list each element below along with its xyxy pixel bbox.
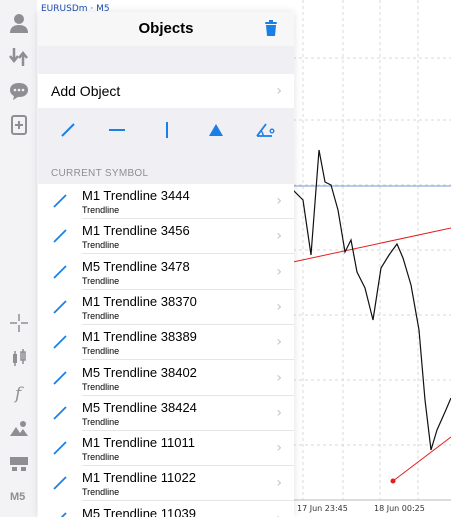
chevron-right-icon: › <box>276 193 282 209</box>
trendline-icon <box>52 370 68 391</box>
panel-header: Objects <box>38 12 294 46</box>
object-type: Trendline <box>82 346 120 357</box>
section-label: CURRENT SYMBOL <box>51 168 149 179</box>
time-axis-label: 17 Jun 23:45 <box>297 504 348 513</box>
add-object-button[interactable]: Add Object › <box>38 74 294 108</box>
object-type: Trendline <box>82 275 120 286</box>
trendline-icon <box>52 475 68 496</box>
object-name: M1 Trendline 11022 <box>82 470 196 486</box>
object-name: M5 Trendline 3478 <box>82 258 190 274</box>
trendline-icon <box>52 264 68 285</box>
chevron-right-icon: › <box>276 298 282 315</box>
object-name: M1 Trendline 3456 <box>82 223 190 239</box>
object-name: M1 Trendline 11011 <box>82 435 195 451</box>
object-type: Trendline <box>82 240 120 251</box>
chevron-right-icon: › <box>276 263 282 280</box>
trendline-tool-icon[interactable] <box>55 118 81 142</box>
object-list-item[interactable]: M5 Trendline 3478 Trendline › <box>38 254 294 290</box>
chart-area[interactable]: 17 Jun 23:45 18 Jun 00:25 <box>293 0 451 517</box>
chevron-right-icon: › <box>276 440 282 457</box>
object-type: Trendline <box>82 310 120 321</box>
object-name: M5 Trendline 11039 <box>82 505 196 517</box>
left-toolbar: f M5 <box>0 0 37 517</box>
object-name: M5 Trendline 38402 <box>82 364 197 380</box>
chevron-right-icon: › <box>276 511 282 517</box>
chart-canvas[interactable] <box>293 0 451 517</box>
object-list-item[interactable]: M1 Trendline 3456 Trendline › <box>38 219 294 255</box>
account-icon[interactable] <box>6 10 32 36</box>
object-type: Trendline <box>82 452 120 463</box>
price-line <box>293 149 451 451</box>
trendline-icon <box>52 511 68 517</box>
trendline-anchor-point <box>390 478 396 484</box>
chevron-right-icon: › <box>276 228 282 245</box>
chevron-right-icon: › <box>276 404 282 421</box>
object-list-item[interactable]: M5 Trendline 38402 Trendline › <box>38 360 294 396</box>
object-list-item[interactable]: M5 Trendline 11039Trendline› <box>38 501 294 517</box>
object-type: Trendline <box>82 205 120 215</box>
horizontal-line-tool-icon[interactable] <box>104 118 130 142</box>
chevron-right-icon: › <box>276 475 282 492</box>
indicators-icon[interactable]: f <box>6 380 32 406</box>
object-name: M5 Trendline 38424 <box>82 399 197 415</box>
object-list-item[interactable]: M5 Trendline 38424 Trendline › <box>38 395 294 431</box>
panel-title: Objects <box>138 20 194 37</box>
chevron-right-icon: › <box>276 369 282 386</box>
svg-text:f: f <box>13 384 24 404</box>
object-type: Trendline <box>82 381 120 392</box>
chat-icon[interactable] <box>6 78 32 104</box>
chart-type-icon[interactable] <box>6 345 32 371</box>
trade-icon[interactable] <box>6 44 32 70</box>
trendline-icon <box>52 440 68 461</box>
add-object-label: Add Object <box>51 83 121 99</box>
object-type: Trendline <box>82 487 120 498</box>
trendline-icon <box>52 405 68 426</box>
crosshair-icon[interactable] <box>6 310 32 336</box>
trendline-icon <box>52 334 68 355</box>
drawing-tools-row <box>38 108 294 152</box>
trendline-upper <box>293 227 451 263</box>
object-name: M1 Trendline 3444 <box>82 188 190 203</box>
chart-grid <box>293 0 451 500</box>
object-list-item[interactable]: M1 Trendline 3444 Trendline › <box>38 184 294 219</box>
object-list-item[interactable]: M1 Trendline 38370 Trendline › <box>38 289 294 325</box>
timeframe-button[interactable]: M5 <box>10 491 25 503</box>
chevron-right-icon: › <box>276 334 282 351</box>
object-list-item[interactable]: M1 Trendline 38389 Trendline › <box>38 325 294 361</box>
templates-icon[interactable] <box>6 450 32 476</box>
new-order-icon[interactable] <box>6 112 32 138</box>
objects-icon[interactable] <box>6 416 32 442</box>
object-name: M1 Trendline 38370 <box>82 293 197 309</box>
trash-icon[interactable] <box>262 19 280 42</box>
triangle-tool-icon[interactable] <box>203 118 229 142</box>
angle-tool-icon[interactable] <box>252 118 278 142</box>
chevron-right-icon: › <box>276 83 282 99</box>
trendline-lower <box>392 436 451 482</box>
time-axis-label: 18 Jun 00:25 <box>374 504 425 513</box>
trendline-icon <box>52 193 68 214</box>
trendline-icon <box>52 228 68 249</box>
trendline-icon <box>52 299 68 320</box>
object-list-item[interactable]: M1 Trendline 11022 Trendline › <box>38 466 294 502</box>
objects-panel: Objects Add Object › CURRENT SYMBOL M1 T… <box>38 12 294 517</box>
object-type: Trendline <box>82 416 120 427</box>
vertical-line-tool-icon[interactable] <box>154 118 180 142</box>
object-name: M1 Trendline 38389 <box>82 329 197 345</box>
object-list-item[interactable]: M1 Trendline 11011 Trendline › <box>38 431 294 467</box>
